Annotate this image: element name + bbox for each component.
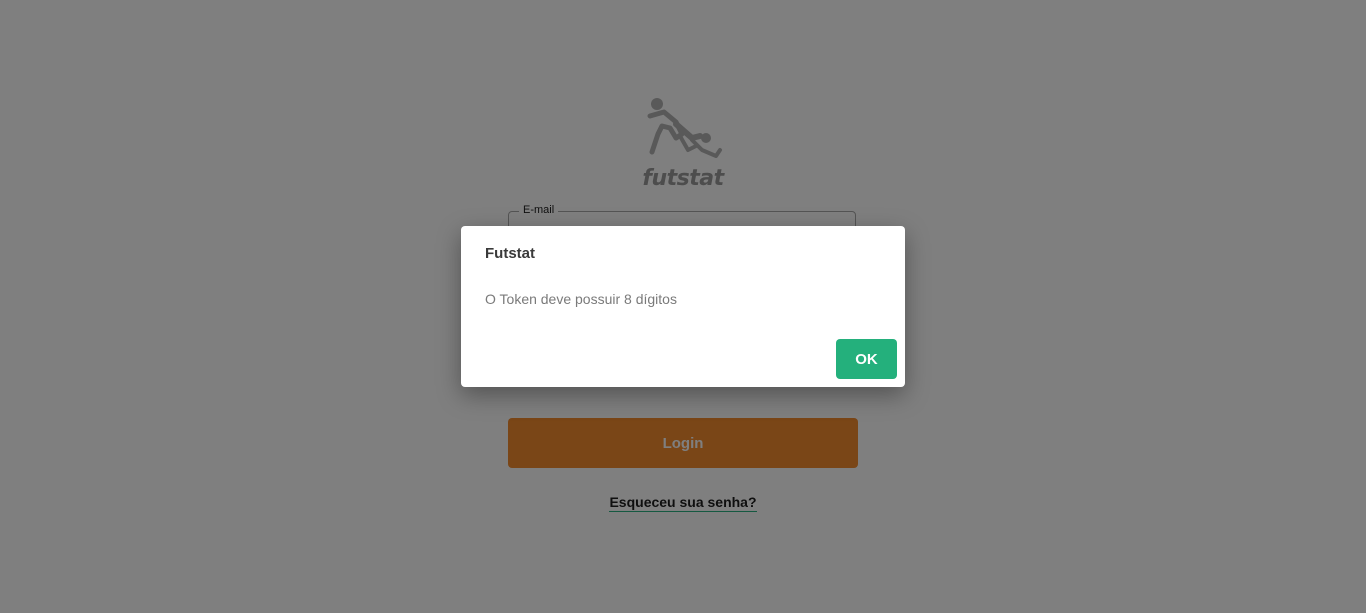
ok-button[interactable]: OK bbox=[836, 339, 897, 379]
dialog-message: O Token deve possuir 8 dígitos bbox=[485, 291, 677, 307]
login-page: futstat E-mail Login Esqueceu sua senha?… bbox=[0, 0, 1366, 613]
alert-dialog: Futstat O Token deve possuir 8 dígitos O… bbox=[461, 226, 905, 387]
dialog-title: Futstat bbox=[485, 245, 535, 262]
